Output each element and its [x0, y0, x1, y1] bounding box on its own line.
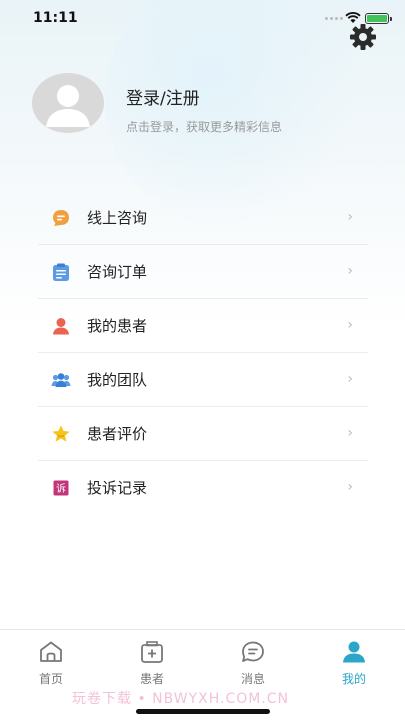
chevron-right-icon: › — [347, 371, 353, 387]
menu-item-label: 我的团队 — [87, 371, 148, 389]
profile-icon — [343, 641, 365, 663]
login-register-link[interactable]: 登录/注册 — [126, 84, 200, 109]
chevron-right-icon: › — [347, 479, 353, 495]
tab-home[interactable]: 首页 — [21, 640, 81, 690]
tab-patients[interactable]: 患者 — [122, 640, 182, 690]
star-icon — [52, 425, 70, 442]
menu-item-label: 我的患者 — [87, 317, 148, 335]
gear-icon[interactable] — [348, 22, 378, 52]
status-bar: 11:11 — [0, 0, 405, 38]
menu-list: 线上咨询 › 咨询订单 › 我的患者 › 我的团队 › 患者评价 › 诉 投诉记… — [38, 191, 368, 515]
menu-item-online-consult[interactable]: 线上咨询 › — [38, 191, 368, 245]
menu-item-patient-reviews[interactable]: 患者评价 › — [38, 407, 368, 461]
menu-item-label: 线上咨询 — [87, 209, 148, 227]
clipboard-icon — [53, 263, 69, 281]
login-subtitle: 点击登录，获取更多精彩信息 — [126, 120, 283, 134]
medical-kit-icon — [141, 641, 163, 663]
menu-item-label: 投诉记录 — [87, 479, 148, 497]
menu-item-my-team[interactable]: 我的团队 › — [38, 353, 368, 407]
tab-messages[interactable]: 消息 — [223, 640, 283, 690]
chevron-right-icon: › — [347, 209, 353, 225]
home-icon — [40, 641, 62, 662]
chevron-right-icon: › — [347, 425, 353, 441]
tab-label: 消息 — [240, 672, 265, 686]
tab-mine[interactable]: 我的 — [324, 640, 384, 690]
menu-item-my-patients[interactable]: 我的患者 › — [38, 299, 368, 353]
menu-item-label: 患者评价 — [87, 425, 148, 443]
chevron-right-icon: › — [347, 263, 353, 279]
message-icon — [242, 641, 264, 662]
chat-bubble-icon — [53, 210, 69, 226]
tab-label: 首页 — [38, 672, 63, 686]
complaint-icon: 诉 — [53, 480, 69, 496]
signal-icon — [325, 17, 343, 20]
tab-label: 我的 — [341, 672, 366, 686]
status-time: 11:11 — [33, 10, 78, 26]
default-avatar-icon — [46, 85, 90, 127]
tab-label: 患者 — [139, 672, 164, 686]
complaint-badge-text: 诉 — [56, 482, 66, 495]
home-indicator — [136, 709, 270, 714]
menu-item-label: 咨询订单 — [87, 263, 148, 281]
menu-item-complaint-records[interactable]: 诉 投诉记录 › — [38, 461, 368, 515]
person-icon — [53, 318, 69, 335]
chevron-right-icon: › — [347, 317, 353, 333]
menu-item-consult-orders[interactable]: 咨询订单 › — [38, 245, 368, 299]
watermark: 玩卷下载 • NBWYXH.COM.CN — [72, 691, 290, 707]
avatar[interactable] — [32, 73, 104, 133]
team-icon — [51, 373, 71, 387]
